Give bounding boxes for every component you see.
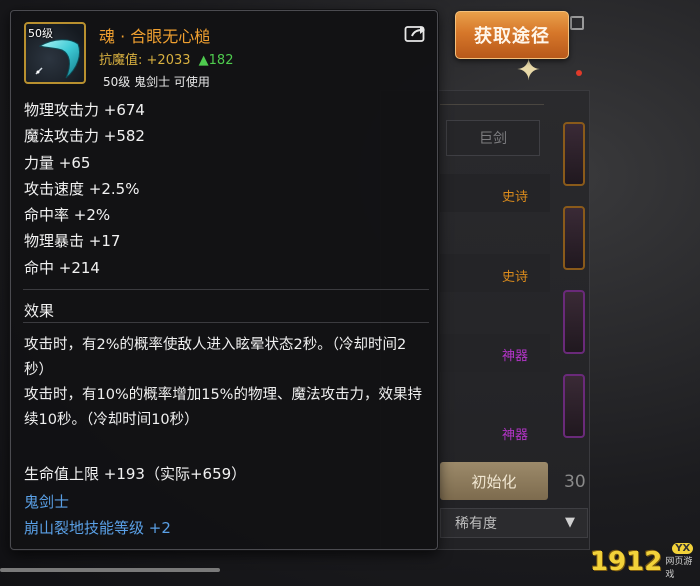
item-icon: 50级 (24, 22, 86, 84)
window-icon (570, 16, 584, 30)
watermark-logo: 1912 YX 网页游戏 (590, 543, 700, 580)
effect-title: 效果 (24, 302, 55, 320)
effect-line: 攻击时，有10%的概率增加15%的物理、魔法攻击力，效果持续10秒。（冷却时间1… (24, 387, 422, 428)
stat-line: 魔法攻击力 +582 (24, 127, 145, 146)
rarity-tag-epic: 史诗 (502, 270, 529, 285)
equipment-slot[interactable] (563, 206, 585, 270)
resist-value: 抗魔值: +2033 ▲182 (99, 49, 233, 68)
item-tooltip: 50级 魂 · 合眼无心槌 抗魔值: +2033 ▲182 50级 鬼剑士 可使… (10, 10, 438, 550)
list-item[interactable] (440, 334, 550, 372)
stat-line: 物理攻击力 +674 (24, 101, 145, 119)
sparkle-icon: ✦ (516, 53, 542, 88)
rarity-tag-epic: 史诗 (502, 190, 529, 205)
usable-requirement: 50级 鬼剑士 可使用 (103, 75, 210, 89)
resist-gain: ▲182 (198, 53, 234, 68)
share-icon[interactable] (404, 23, 428, 43)
rarity-select[interactable]: 稀有度 ▼ (440, 508, 588, 538)
effect-description: 攻击时，有2%的概率使敌人进入眩晕状态2秒。（冷却时间2秒） 攻击时，有10%的… (24, 333, 424, 433)
resist-label: 抗魔值: (99, 53, 143, 68)
equipment-slot[interactable] (563, 290, 585, 354)
notification-dot (576, 70, 582, 76)
rarity-tag-myth: 神器 (502, 349, 529, 364)
stat-line: 攻击速度 +2.5% (24, 179, 140, 198)
equipment-slot[interactable] (563, 122, 585, 186)
rarity-tag-myth: 神器 (502, 428, 529, 443)
effect-line: 攻击时，有2%的概率使敌人进入眩晕状态2秒。（冷却时间2秒） (24, 337, 407, 378)
stat-line: 物理暴击 +17 (24, 232, 121, 251)
divider (23, 289, 429, 290)
item-name: 魂 · 合眼无心槌 (99, 27, 211, 46)
obtain-method-button[interactable]: 获取途径 (455, 11, 569, 59)
rarity-select-value: 稀有度 (455, 516, 497, 532)
reset-button[interactable]: 初始化 (440, 462, 548, 500)
stat-list: 物理攻击力 +674 魔法攻击力 +582 力量 +65 攻击速度 +2.5% … (24, 97, 145, 281)
tab-greatsword[interactable]: 巨剑 (446, 120, 540, 156)
stat-line: 命中 +214 (24, 258, 100, 277)
level-badge: 50级 (28, 27, 53, 40)
hp-bonus: 生命值上限 +193（实际+659） (24, 465, 247, 483)
list-item[interactable] (440, 254, 550, 292)
chevron-down-icon: ▼ (565, 515, 575, 530)
watermark-subtitle: 网页游戏 (665, 557, 693, 580)
side-number: 30 (564, 472, 586, 492)
watermark-badge: YX (672, 543, 694, 554)
resist-number: +2033 (146, 53, 191, 68)
divider (440, 104, 544, 105)
stat-line: 命中率 +2% (24, 206, 111, 225)
watermark-number: 1912 (590, 546, 663, 577)
list-item[interactable] (440, 174, 550, 212)
skill-bonus: 崩山裂地技能等级 +2 (24, 519, 171, 537)
equipment-slot[interactable] (563, 374, 585, 438)
scrollbar[interactable] (0, 568, 220, 572)
list-item[interactable] (440, 414, 550, 452)
stat-line: 力量 +65 (24, 153, 91, 172)
divider (23, 322, 429, 323)
class-name: 鬼剑士 (24, 493, 70, 511)
